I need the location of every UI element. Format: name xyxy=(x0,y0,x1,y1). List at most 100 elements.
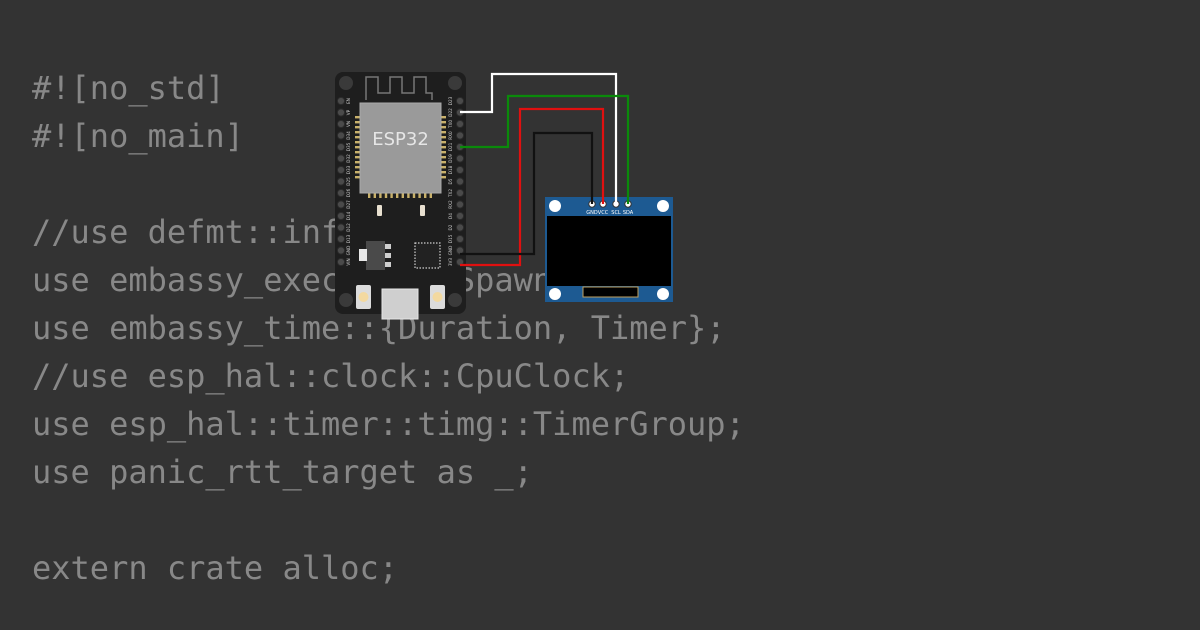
header-pin-label: GND xyxy=(448,246,453,256)
module-pad xyxy=(355,171,360,174)
esp32-module-label: ESP32 xyxy=(372,129,429,150)
header-pin-label: D2 xyxy=(448,224,453,230)
oled-pin-label: GND xyxy=(586,210,598,216)
header-pin-d15 xyxy=(455,234,465,244)
micro-usb-port xyxy=(381,288,419,320)
header-pin-tx0 xyxy=(455,119,465,129)
module-pad xyxy=(441,166,446,169)
module-pad xyxy=(355,136,360,139)
mounting-hole xyxy=(549,200,561,212)
header-pin-label: RX0 xyxy=(448,131,453,140)
header-pin-d4 xyxy=(455,211,465,221)
header-pin-label: D26 xyxy=(346,188,351,197)
header-pin-d35 xyxy=(336,142,346,152)
mounting-hole xyxy=(657,200,669,212)
header-pin-label: D27 xyxy=(346,200,351,209)
module-pad xyxy=(441,151,446,154)
oled-ribbon xyxy=(582,286,639,298)
header-pin-label: TX0 xyxy=(448,120,453,129)
module-pad xyxy=(441,126,446,129)
header-pin-rx0 xyxy=(455,131,465,140)
header-pin-d32 xyxy=(336,154,346,163)
header-pin-en xyxy=(336,96,346,106)
header-pin-vp xyxy=(336,108,346,117)
reset-button xyxy=(430,285,445,309)
header-pin-label: D32 xyxy=(346,154,351,163)
header-pin-d13 xyxy=(336,234,346,244)
module-pad xyxy=(429,193,432,198)
header-pin-label: GND xyxy=(346,246,351,256)
header-pin-label: D14 xyxy=(346,211,351,220)
header-pin-label: D21 xyxy=(448,142,453,151)
header-pin-label: D18 xyxy=(448,165,453,174)
header-pin-label: D35 xyxy=(346,142,351,151)
header-pin-vin xyxy=(336,257,346,267)
mounting-hole xyxy=(339,76,353,90)
module-pad xyxy=(390,193,393,198)
mounting-hole xyxy=(657,288,669,300)
module-pad xyxy=(401,193,404,198)
header-pin-vn xyxy=(336,119,346,129)
header-pin-label: D19 xyxy=(448,154,453,163)
module-pad xyxy=(412,193,416,198)
header-pin-label: EN xyxy=(346,98,351,104)
module-pad xyxy=(368,193,371,198)
usb-uart-chip xyxy=(414,242,441,269)
module-pad xyxy=(355,176,360,179)
header-pin-label: VIN xyxy=(346,258,351,265)
header-pin-d5 xyxy=(455,177,465,186)
header-pin-d27 xyxy=(336,200,346,209)
module-pad xyxy=(441,136,446,139)
module-pad xyxy=(373,193,376,198)
header-pin-d25 xyxy=(336,177,346,186)
header-pin-d18 xyxy=(455,165,465,175)
module-pad xyxy=(355,151,360,154)
module-pad xyxy=(355,121,360,124)
module-pad xyxy=(407,193,410,198)
header-pin-d23 xyxy=(455,96,465,106)
header-pin-d34 xyxy=(336,131,346,140)
header-pin-label: D33 xyxy=(346,165,351,174)
module-pad xyxy=(355,161,360,164)
module-pad xyxy=(355,146,360,149)
smd-led xyxy=(420,205,425,216)
header-pin-label: 3V3 xyxy=(448,258,453,267)
header-pin-d19 xyxy=(455,154,465,163)
module-pad xyxy=(384,193,388,198)
module-pad xyxy=(355,116,360,119)
module-pad xyxy=(355,166,360,169)
module-pad xyxy=(379,193,382,198)
module-pad xyxy=(355,131,360,134)
module-pad xyxy=(441,146,446,149)
module-pad xyxy=(441,116,446,119)
header-pin-d12 xyxy=(336,223,346,232)
oled-pin-label: VCC xyxy=(598,210,609,216)
wiring-diagram: ESP32 EN VP VN D34 D35 D32 D33 D25 D26 D27 D14 D12 D… xyxy=(335,72,673,320)
header-pin-d14 xyxy=(336,211,346,221)
header-pin-d26 xyxy=(336,188,346,198)
header-pin-label: D15 xyxy=(448,234,453,243)
module-pad xyxy=(355,126,360,129)
header-pin-label: D25 xyxy=(346,177,351,186)
boot-button xyxy=(356,285,371,309)
mounting-hole xyxy=(339,293,353,307)
module-pad xyxy=(441,131,446,134)
smd-led xyxy=(377,205,382,216)
module-pad xyxy=(396,193,399,198)
header-pin-label: VP xyxy=(346,109,351,115)
module-pad xyxy=(441,156,446,159)
oled-display: GND VCC SCL SDA xyxy=(545,197,673,302)
esp32-board: ESP32 EN VP VN D34 D35 D32 D33 D25 D26 D27 D14 D12 D… xyxy=(335,72,466,320)
module-pad xyxy=(441,141,446,144)
module-pad xyxy=(441,171,446,174)
header-pin-label: VN xyxy=(346,121,351,127)
module-pad xyxy=(355,156,360,159)
module-pad xyxy=(424,193,427,198)
header-pin-gnd xyxy=(336,246,346,255)
header-pin-label: RX2 xyxy=(448,200,453,209)
mounting-hole xyxy=(448,76,462,90)
module-pad xyxy=(441,161,446,164)
module-pad xyxy=(441,121,446,124)
oled-pin-label: SCL xyxy=(611,210,621,216)
header-pin-label: D4 xyxy=(448,213,453,219)
